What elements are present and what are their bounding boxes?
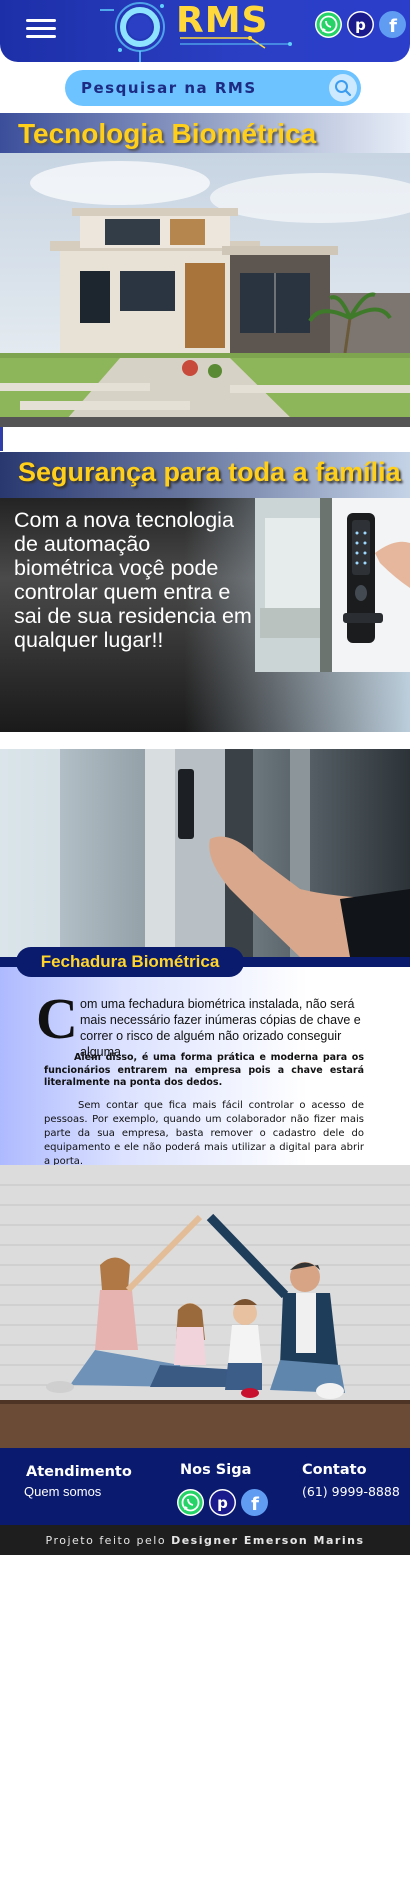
copyright-prefix: Projeto feito pelo (45, 1533, 167, 1547)
family-home-photo (0, 1165, 410, 1448)
biometric-door-lock-photo (255, 498, 410, 672)
copyright-author: Designer Emerson Marins (171, 1533, 365, 1547)
footer-quem-somos-link[interactable]: Quem somos (24, 1484, 101, 1499)
svg-text:p: p (355, 16, 366, 34)
hamburger-menu-icon[interactable] (26, 16, 60, 42)
footer-contato-title: Contato (302, 1462, 367, 1478)
pinterest-icon[interactable]: p (347, 11, 374, 38)
section3-paragraph1: om uma fechadura biométrica instalada, n… (80, 997, 361, 1059)
logo-text: RMS (176, 0, 269, 41)
section2-text: Com a nova tecnologia de automação biomé… (14, 508, 252, 652)
svg-text:p: p (217, 1494, 228, 1512)
section3-paragraph2: Além disso, é uma forma prática e modern… (44, 1052, 364, 1088)
facebook-icon[interactable]: f (379, 11, 406, 38)
footer-social-links: p f (177, 1489, 268, 1516)
modern-house-photo (0, 153, 410, 427)
accent-bar (0, 427, 3, 451)
pinterest-icon[interactable]: p (209, 1489, 236, 1516)
whatsapp-icon[interactable] (177, 1489, 204, 1516)
site-header: RMS p f (0, 0, 410, 62)
section1-title: Tecnologia Biométrica (18, 118, 317, 149)
fechadura-heading-pill: Fechadura Biométrica (16, 947, 244, 977)
whatsapp-icon[interactable] (315, 11, 342, 38)
facebook-icon[interactable]: f (241, 1489, 268, 1516)
svg-text:f: f (251, 1494, 259, 1515)
footer-siga-title: Nos Siga (180, 1462, 252, 1478)
section3-paragraph3: Sem contar que fica mais fácil controlar… (44, 1100, 364, 1167)
rms-logo[interactable]: RMS (100, 0, 320, 62)
footer-phone[interactable]: (61) 9999-8888 (302, 1484, 400, 1499)
section2-title: Segurança para toda a família (18, 457, 401, 487)
section3-heading: Fechadura Biométrica (40, 952, 220, 971)
copyright-bar: Projeto feito pelo Designer Emerson Mari… (0, 1525, 410, 1555)
search-input[interactable] (81, 70, 311, 106)
finger-touching-lock-photo (0, 749, 410, 957)
footer-atendimento-title: Atendimento (26, 1464, 132, 1480)
svg-text:f: f (389, 16, 397, 37)
search-bar (65, 70, 361, 106)
search-icon[interactable] (329, 74, 357, 102)
drop-cap: C (36, 986, 78, 1051)
header-social-links: p f (315, 11, 406, 38)
